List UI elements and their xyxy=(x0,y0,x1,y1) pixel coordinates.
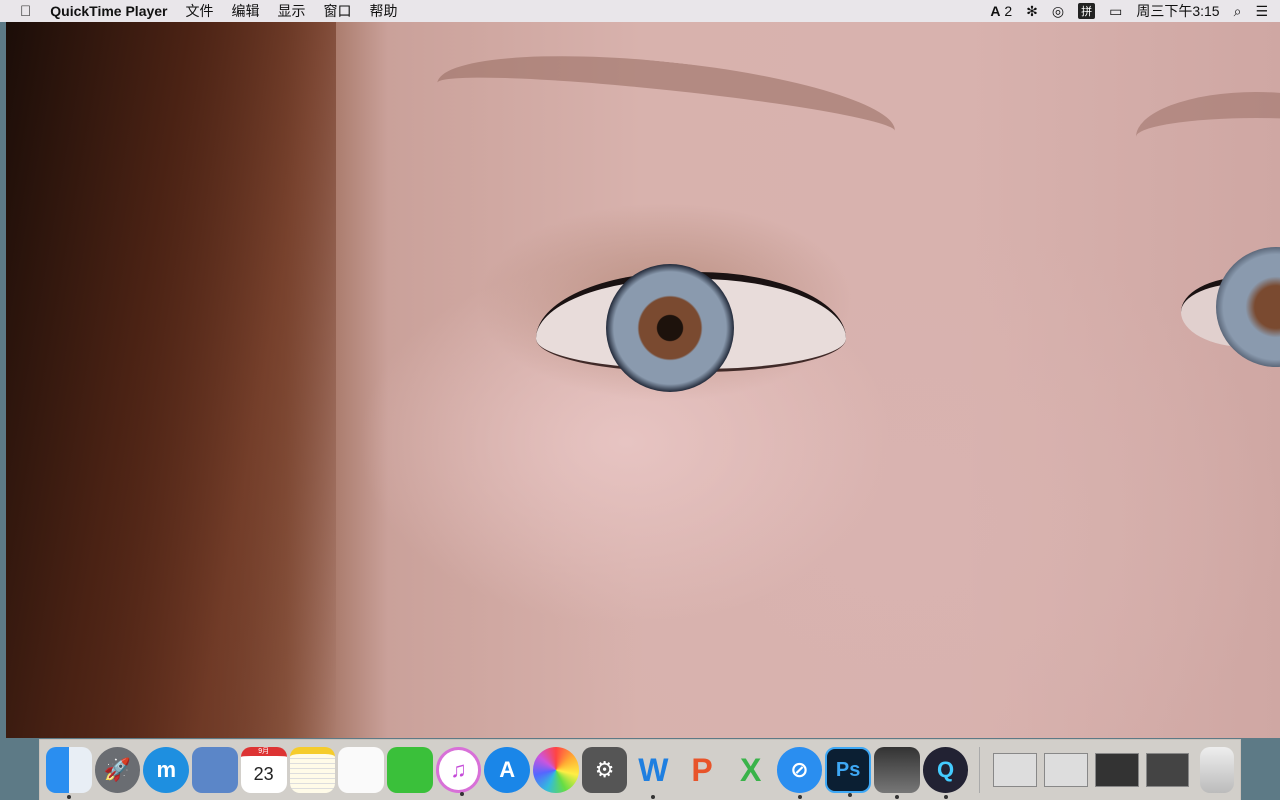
running-indicator xyxy=(797,795,802,799)
dock-minimized-window[interactable] xyxy=(1044,753,1088,787)
bluetooth-icon[interactable]: ✻ xyxy=(1026,3,1038,20)
menu-bar:  QuickTime Player 文件 编辑 显示 窗口 帮助 A 2 ✻ … xyxy=(0,0,1280,22)
dock-notes[interactable] xyxy=(289,747,336,793)
dock-wps-writer[interactable]: W xyxy=(630,747,676,799)
dock-mail[interactable] xyxy=(192,747,238,793)
clock[interactable]: 周三下午3:15 xyxy=(1136,1,1219,21)
menu-app-name[interactable]: QuickTime Player xyxy=(41,0,176,22)
dock-finder[interactable] xyxy=(46,747,92,799)
menu-view[interactable]: 显示 xyxy=(269,0,315,22)
dock-minimized-window[interactable] xyxy=(993,753,1038,787)
dock-trash-icon[interactable] xyxy=(1200,747,1235,793)
dock-wps-spreadsheets[interactable]: X xyxy=(728,747,774,793)
spotlight-search-icon[interactable]: ⌕ xyxy=(1234,3,1242,20)
dock-reminders[interactable] xyxy=(338,747,384,793)
dock-photos[interactable] xyxy=(533,747,579,793)
dock-maxthon[interactable]: m xyxy=(143,747,190,793)
running-indicator xyxy=(943,795,948,799)
adobe-icon: A xyxy=(990,3,1001,19)
calendar-month: 9月 xyxy=(258,748,270,755)
apple-menu-icon[interactable]:  xyxy=(20,3,41,20)
video-content-eyebrow xyxy=(432,38,900,176)
wifi-icon[interactable]: ◎ xyxy=(1052,3,1064,20)
video-content-iris-right xyxy=(1216,247,1280,367)
menu-window[interactable]: 窗口 xyxy=(315,0,361,22)
menu-file[interactable]: 文件 xyxy=(177,0,223,22)
notification-center-icon[interactable]: ☰ xyxy=(1255,3,1268,20)
dock-quicktime[interactable]: Q xyxy=(922,747,969,799)
video-player-frame[interactable] xyxy=(6,22,1280,738)
running-indicator xyxy=(67,795,71,799)
dock-itunes[interactable]: ♫ xyxy=(435,747,482,796)
dock-wps-presentation[interactable]: P xyxy=(679,747,725,793)
menu-help[interactable]: 帮助 xyxy=(361,0,407,22)
dock-calendar[interactable]: 9月 23 xyxy=(240,747,287,793)
dock-minimized-window[interactable] xyxy=(1094,753,1139,787)
dock-separator xyxy=(979,747,981,793)
adobe-count: 2 xyxy=(1004,3,1013,19)
input-method-icon[interactable]: 拼 xyxy=(1078,3,1096,19)
video-content-eyebrow-right xyxy=(1136,92,1280,182)
dock: 🚀 m 9月 23 ♫ A ⚙ W P X ⊘ Ps Q xyxy=(39,739,1241,800)
running-indicator xyxy=(895,795,899,799)
dock-minimized-window[interactable] xyxy=(1145,753,1190,787)
battery-icon[interactable]: ▭ xyxy=(1109,3,1122,20)
calendar-day: 23 xyxy=(253,764,274,784)
dock-photoshop[interactable]: Ps xyxy=(825,747,871,797)
dock-app-store[interactable]: A xyxy=(484,747,531,793)
running-indicator xyxy=(848,793,853,797)
video-content-hair xyxy=(6,22,336,738)
adobe-cc-status[interactable]: A 2 xyxy=(990,3,1012,19)
running-indicator xyxy=(651,795,656,799)
menu-edit[interactable]: 编辑 xyxy=(223,0,269,22)
video-content-iris xyxy=(606,264,734,392)
dock-system-preferences[interactable]: ⚙ xyxy=(581,747,628,793)
dock-facetime[interactable] xyxy=(386,747,433,793)
dock-launchpad[interactable]: 🚀 xyxy=(94,747,141,793)
dock-final-cut-pro[interactable] xyxy=(874,747,920,799)
dock-safari[interactable]: ⊘ xyxy=(776,747,823,799)
running-indicator xyxy=(459,792,464,796)
